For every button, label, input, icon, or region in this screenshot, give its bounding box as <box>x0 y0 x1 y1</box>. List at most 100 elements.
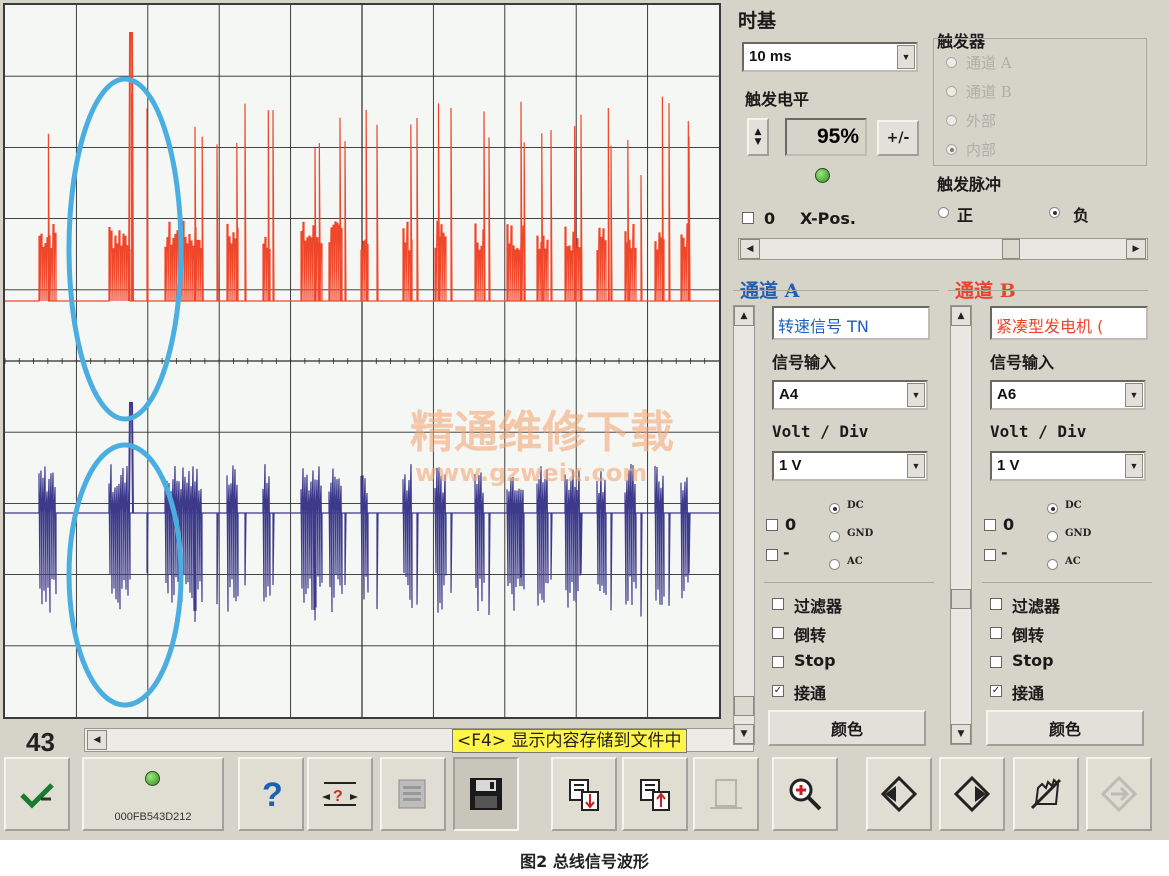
copy-up-button[interactable] <box>622 757 688 831</box>
nav-left-icon <box>880 775 918 813</box>
chevron-down-icon[interactable]: ▼ <box>897 45 915 69</box>
trigger-source-radio[interactable] <box>946 115 957 126</box>
channel-b-scroll-thumb[interactable] <box>951 589 971 609</box>
channel_b-invert-checkbox[interactable] <box>984 549 996 561</box>
save-button[interactable] <box>453 757 519 831</box>
channel_b-coupling-gnd-label: GND <box>1065 528 1092 539</box>
timebase-select[interactable]: 10 ms ▼ <box>742 42 918 72</box>
channel_a-offset-checkbox[interactable] <box>766 519 778 531</box>
scroll-down-icon[interactable]: ▼ <box>734 724 754 744</box>
channel_b-invert-label: - <box>1001 543 1008 562</box>
save-disk-icon <box>470 778 502 810</box>
x-pos-checkbox[interactable] <box>742 212 754 224</box>
confirm-button[interactable] <box>4 757 70 831</box>
channel-a-scroll-thumb[interactable] <box>734 696 754 716</box>
channel_b-input-select[interactable]: A6 ▼ <box>990 380 1146 410</box>
channel_b-option-checkbox[interactable] <box>990 656 1002 668</box>
channel_b-option-checkbox[interactable] <box>990 598 1002 610</box>
x-pos-thumb[interactable] <box>1002 239 1020 259</box>
trigger-source-radio[interactable] <box>946 57 957 68</box>
channel_b-coupling-gnd-radio[interactable] <box>1047 531 1058 542</box>
channel-b-scrollbar[interactable]: ▲ ▼ <box>950 305 972 745</box>
bottom-toolbar: 000FB543D212 ? ? <box>0 755 1169 840</box>
channel_a-name-field[interactable]: 转速信号 TN <box>772 306 930 340</box>
sign-toggle-button[interactable]: +/- <box>877 120 919 156</box>
channel_a-invert-checkbox[interactable] <box>766 549 778 561</box>
chevron-down-icon[interactable]: ▼ <box>907 383 925 407</box>
blank-page-button[interactable] <box>693 757 759 831</box>
channel_b-volt-select[interactable]: 1 V ▼ <box>990 451 1146 481</box>
copy-down-button[interactable] <box>551 757 617 831</box>
channel-a-scrollbar[interactable]: ▲ ▼ <box>733 305 755 745</box>
slider-right-icon[interactable]: ▶ <box>1126 239 1146 259</box>
channel_b-offset-checkbox[interactable] <box>984 519 996 531</box>
channel-b-peak <box>128 32 134 302</box>
chevron-down-icon[interactable]: ▼ <box>907 454 925 478</box>
channel_b-name-field[interactable]: 紧凑型发电机 ( <box>990 306 1148 340</box>
channel_b-coupling-ac-radio[interactable] <box>1047 559 1058 570</box>
print-preview-icon <box>398 779 426 809</box>
pulse-negative-radio[interactable] <box>1049 207 1060 218</box>
blank-page-icon <box>710 779 742 809</box>
channel_b-option-checkbox[interactable] <box>990 627 1002 639</box>
channel_b-option-label: Stop <box>1012 651 1054 670</box>
channel_a-coupling-ac-radio[interactable] <box>829 559 840 570</box>
trigger-level-spinner[interactable]: ▲ ▼ <box>747 118 769 156</box>
channel_a-volt-label: Volt / Div <box>772 422 869 441</box>
trigger-level-label: 触发电平 <box>745 90 810 109</box>
confirm-check-icon <box>20 783 54 809</box>
chevron-down-icon[interactable]: ▼ <box>1125 454 1143 478</box>
spin-down-icon[interactable]: ▼ <box>755 137 762 147</box>
channel_b-color-button[interactable]: 颜色 <box>986 710 1144 746</box>
channel_b-input-value: A6 <box>997 386 1017 403</box>
status-message: <F4> 显示内容存储到文件中 <box>452 729 687 753</box>
nav-next-button[interactable] <box>1086 757 1152 831</box>
timebase-value: 10 ms <box>749 48 792 65</box>
channel_a-input-select[interactable]: A4 ▼ <box>772 380 928 410</box>
channel_b-offset-label: 0 <box>1003 515 1015 534</box>
scroll-up-icon[interactable]: ▲ <box>734 306 754 326</box>
channel_b-option-checkbox[interactable]: ✓ <box>990 685 1002 697</box>
channel_b-volt-value: 1 V <box>997 457 1020 474</box>
channel_a-option-checkbox[interactable] <box>772 627 784 639</box>
channel_b-coupling-ac-label: AC <box>1065 556 1081 567</box>
channel_a-invert-label: - <box>783 543 790 562</box>
channel_a-option-checkbox[interactable] <box>772 598 784 610</box>
nav-right-button[interactable] <box>939 757 1005 831</box>
channel_a-input-label: 信号输入 <box>772 353 837 372</box>
trigger-source-label: 通道 B <box>966 83 1012 101</box>
trigger-led-icon <box>815 168 830 183</box>
channel_b-coupling-dc-radio[interactable] <box>1047 503 1058 514</box>
help-button[interactable]: ? <box>238 757 304 831</box>
nav-next-icon <box>1100 775 1138 813</box>
trigger-source-radio[interactable] <box>946 144 957 155</box>
device-status[interactable]: 000FB543D212 <box>82 757 224 831</box>
chevron-down-icon[interactable]: ▼ <box>1125 383 1143 407</box>
pulse-positive-label: 正 <box>957 206 974 225</box>
slider-left-icon[interactable]: ◀ <box>740 239 760 259</box>
channel_a-coupling-dc-radio[interactable] <box>829 503 840 514</box>
channel_a-option-checkbox[interactable] <box>772 656 784 668</box>
scroll-up-icon[interactable]: ▲ <box>951 306 971 326</box>
print-preview-button[interactable] <box>380 757 446 831</box>
spin-up-icon[interactable]: ▲ <box>755 127 762 137</box>
device-id: 000FB543D212 <box>114 811 192 823</box>
channel_a-volt-select[interactable]: 1 V ▼ <box>772 451 928 481</box>
oscilloscope-app: 精通维修下载 www.gzweix.com 43 ◀ <F4> 显示内容存储到文件… <box>0 0 1169 840</box>
zoom-button[interactable] <box>772 757 838 831</box>
measure-button[interactable]: ? <box>307 757 373 831</box>
nav-left-button[interactable] <box>866 757 932 831</box>
pulse-positive-radio[interactable] <box>938 207 949 218</box>
channel_a-coupling-dc-label: DC <box>847 500 864 511</box>
scroll-down-icon[interactable]: ▼ <box>951 724 971 744</box>
scroll-left-icon[interactable]: ◀ <box>87 730 107 750</box>
watermark-title: 精通维修下载 <box>410 407 674 458</box>
channel_a-color-button[interactable]: 颜色 <box>768 710 926 746</box>
copy-up-icon <box>640 779 670 811</box>
trigger-source-radio[interactable] <box>946 86 957 97</box>
x-pos-slider[interactable]: ◀ ▶ <box>738 238 1148 260</box>
trigger-pulse-title: 触发脉冲 <box>937 175 1002 194</box>
channel_a-option-checkbox[interactable]: ✓ <box>772 685 784 697</box>
hand-cancel-button[interactable] <box>1013 757 1079 831</box>
channel_a-coupling-gnd-radio[interactable] <box>829 531 840 542</box>
